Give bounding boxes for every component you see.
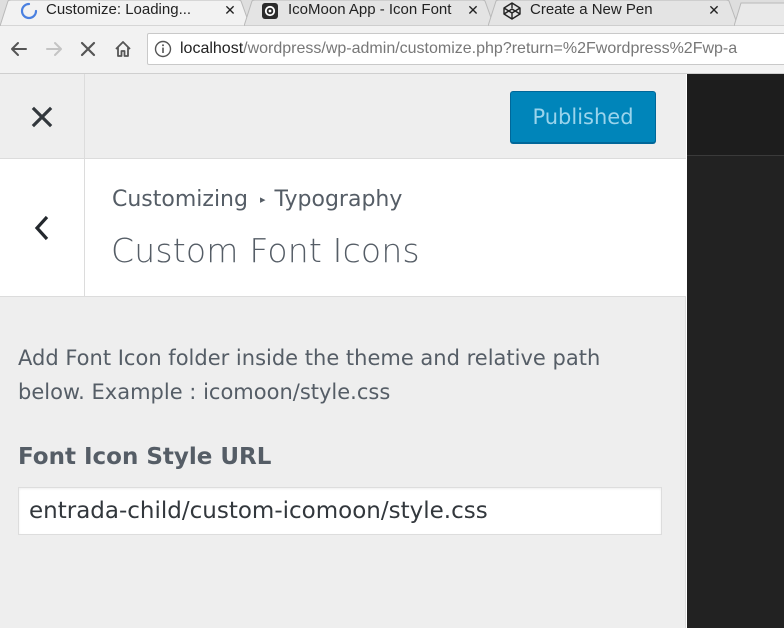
section-header: Customizing ▸ Typography Custom Font Ico… xyxy=(0,159,686,297)
tab-close-icon[interactable]: ✕ xyxy=(222,0,238,22)
tab-close-icon[interactable]: ✕ xyxy=(465,0,481,22)
home-icon xyxy=(115,41,131,57)
section-description: Add Font Icon folder inside the theme an… xyxy=(18,346,601,404)
customizer-header: Published xyxy=(0,74,686,159)
loading-spinner-icon xyxy=(20,2,38,20)
arrow-left-icon xyxy=(11,42,27,56)
address-url: localhost/wordpress/wp-admin/customize.p… xyxy=(180,40,737,58)
field-label: Font Icon Style URL xyxy=(18,444,272,470)
breadcrumb-current: Typography xyxy=(274,187,403,212)
customizer-panel: Published Customizing ▸ Typography Custo… xyxy=(0,74,686,628)
tab-title: Create a New Pen xyxy=(530,1,653,18)
home-button[interactable] xyxy=(111,37,135,61)
preview-header-bar xyxy=(687,74,784,156)
tab-title: IcoMoon App - Icon Font xyxy=(288,1,452,18)
url-path: /wordpress/wp-admin/customize.php?return… xyxy=(243,40,738,57)
info-icon[interactable] xyxy=(154,40,172,58)
chevron-left-icon xyxy=(34,215,49,240)
breadcrumb: Customizing ▸ Typography xyxy=(112,187,402,212)
browser-toolbar: localhost/wordpress/wp-admin/customize.p… xyxy=(0,26,784,74)
tab-icomoon[interactable]: IcoMoon App - Icon Font ✕ xyxy=(244,0,496,26)
tab-title: Customize: Loading... xyxy=(46,1,192,18)
back-button[interactable] xyxy=(7,37,31,61)
address-bar[interactable]: localhost/wordpress/wp-admin/customize.p… xyxy=(147,33,784,65)
arrow-right-icon xyxy=(46,42,62,56)
stop-loading-button[interactable] xyxy=(76,37,100,61)
forward-button[interactable] xyxy=(42,37,66,61)
new-tab-button[interactable] xyxy=(734,2,784,26)
font-icon-url-input[interactable] xyxy=(18,487,662,535)
site-preview[interactable] xyxy=(687,74,784,628)
tab-codepen[interactable]: Create a New Pen ✕ xyxy=(488,0,740,26)
section-back-button[interactable] xyxy=(0,159,85,296)
publish-button[interactable]: Published xyxy=(510,91,656,143)
url-host: localhost xyxy=(180,40,244,57)
codepen-icon xyxy=(503,2,521,20)
tab-close-icon[interactable]: ✕ xyxy=(706,0,722,22)
breadcrumb-separator-icon: ▸ xyxy=(259,193,266,206)
stop-icon xyxy=(80,41,96,57)
close-customizer-button[interactable] xyxy=(0,74,85,159)
browser-tab-strip: Customize: Loading... ✕ IcoMoon App - Ic… xyxy=(0,0,784,26)
close-icon xyxy=(31,106,53,127)
section-title: Custom Font Icons xyxy=(111,231,420,270)
icomoon-icon xyxy=(262,3,278,19)
tab-customize[interactable]: Customize: Loading... ✕ xyxy=(0,0,252,26)
breadcrumb-root: Customizing xyxy=(112,187,248,212)
